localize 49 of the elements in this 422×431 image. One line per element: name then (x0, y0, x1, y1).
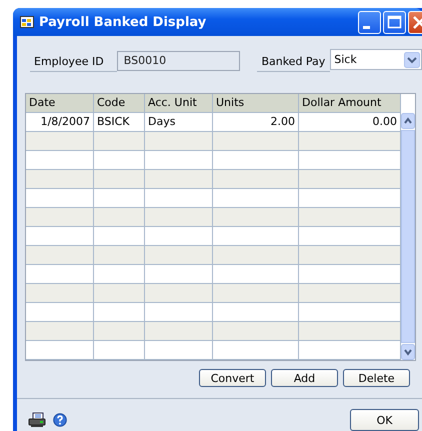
table-cell (94, 322, 145, 341)
table-cell (94, 265, 145, 284)
table-cell (145, 189, 213, 208)
action-button[interactable]: Delete (343, 369, 410, 387)
table-cell (94, 208, 145, 227)
employee-id-label: Employee ID (30, 50, 117, 72)
table-cell: Days (145, 113, 213, 132)
table-cell (26, 132, 94, 151)
table-cell: BSICK (94, 113, 145, 132)
table-cell (26, 246, 94, 265)
scroll-down-button[interactable] (401, 344, 415, 360)
minimize-button[interactable] (358, 10, 381, 34)
table-cell (94, 227, 145, 246)
table-cell (145, 284, 213, 303)
table-cell: 0.00 (299, 113, 401, 132)
table-cell (145, 170, 213, 189)
table-cell (26, 170, 94, 189)
table-cell (94, 246, 145, 265)
ok-button[interactable]: OK (350, 409, 419, 431)
table-cell (26, 322, 94, 341)
window-title: Payroll Banked Display (39, 14, 208, 30)
table-cell (145, 227, 213, 246)
table-cell (145, 303, 213, 322)
table-cell (94, 189, 145, 208)
table-cell (94, 284, 145, 303)
banked-pay-dropdown[interactable]: Sick (330, 49, 422, 70)
table-cell (145, 132, 213, 151)
minimize-icon (362, 26, 370, 28)
table-cell: 1/8/2007 (26, 113, 94, 132)
action-button[interactable]: Add (271, 369, 338, 387)
table-cell (94, 151, 145, 170)
action-button[interactable]: Convert (199, 369, 266, 387)
table-cell (26, 208, 94, 227)
table-cell (94, 170, 145, 189)
employee-id-field[interactable]: BS0010 (116, 51, 240, 71)
table-cell (94, 132, 145, 151)
window-icon (20, 16, 34, 28)
table-cell: 2.00 (213, 113, 299, 132)
table-cell (145, 208, 213, 227)
printer-icon[interactable] (28, 412, 46, 428)
help-icon[interactable] (53, 413, 67, 427)
table-cell (145, 322, 213, 341)
table-cell (145, 265, 213, 284)
table-cell (145, 151, 213, 170)
table-cell (145, 246, 213, 265)
table-cell (26, 284, 94, 303)
scroll-up-button[interactable] (401, 113, 415, 129)
maximize-button[interactable] (383, 10, 406, 34)
table-cell (94, 303, 145, 322)
